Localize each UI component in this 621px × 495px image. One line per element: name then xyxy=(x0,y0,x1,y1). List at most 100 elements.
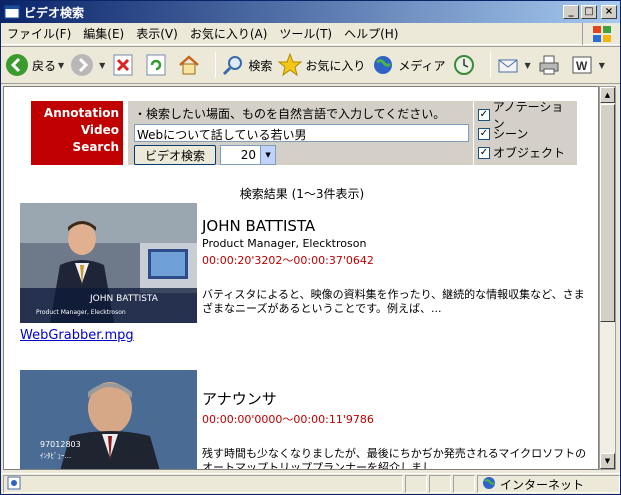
zone-label: インターネット xyxy=(500,477,585,492)
status-cell xyxy=(405,475,427,493)
window-title: ビデオ検索 xyxy=(24,5,85,20)
chevron-down-icon[interactable]: ▼ xyxy=(99,61,105,70)
option-annotation[interactable]: ✓ アノテーション xyxy=(478,100,573,131)
video-search-button[interactable]: ビデオ検索 xyxy=(134,145,217,165)
minimize-button[interactable]: _ xyxy=(563,5,579,19)
result-item: JOHN BATTISTA Product Manager, Elecktros… xyxy=(202,217,592,316)
search-button[interactable]: 検索 xyxy=(221,53,272,77)
refresh-icon xyxy=(144,53,168,77)
chevron-down-icon[interactable]: ▼ xyxy=(260,146,276,164)
browser-window: ビデオ検索 _ □ × ファイル(F) 編集(E) 表示(V) お気に入り(A)… xyxy=(0,0,621,495)
globe-icon xyxy=(482,476,496,493)
mail-button[interactable]: ▼ xyxy=(496,53,531,77)
result-count-select[interactable]: 20 ▼ xyxy=(220,145,277,165)
caption-role: Product Manager, Elecktroson xyxy=(36,309,126,316)
option-scene-label: シーン xyxy=(493,127,529,141)
refresh-button[interactable] xyxy=(144,53,171,77)
ie-icon xyxy=(4,4,20,20)
favorites-button[interactable]: お気に入り xyxy=(278,53,365,77)
media-label: メディア xyxy=(398,58,446,73)
search-icon xyxy=(221,53,245,77)
checkbox-checked-icon[interactable]: ✓ xyxy=(478,127,490,140)
option-object-label: オブジェクト xyxy=(493,146,566,160)
caption-sub: ｲﾝﾀﾋﾞｭｰ... xyxy=(40,452,71,460)
checkbox-checked-icon[interactable]: ✓ xyxy=(478,146,490,159)
logo-line1: Annotation xyxy=(43,106,119,120)
back-button[interactable]: 戻る ▼ xyxy=(5,53,64,77)
chevron-down-icon[interactable]: ▼ xyxy=(599,61,605,70)
stop-icon xyxy=(111,53,135,77)
result-title: JOHN BATTISTA xyxy=(202,217,316,235)
maximize-button[interactable]: □ xyxy=(581,5,597,19)
checkbox-checked-icon[interactable]: ✓ xyxy=(478,108,490,121)
media-globe-icon xyxy=(371,53,395,77)
query-input[interactable]: Webについて話している若い男 xyxy=(134,124,469,142)
toolbar-separator xyxy=(215,52,217,78)
scroll-thumb[interactable] xyxy=(600,104,615,322)
vertical-scrollbar[interactable]: ▲ ▼ xyxy=(599,86,616,470)
menu-edit[interactable]: 編集(E) xyxy=(77,25,130,42)
print-button[interactable] xyxy=(537,53,564,77)
menu-help[interactable]: ヘルプ(H) xyxy=(338,25,404,42)
printer-icon xyxy=(537,53,561,77)
back-label: 戻る xyxy=(32,58,57,73)
svg-text:W: W xyxy=(576,59,588,73)
word-edit-icon: W xyxy=(570,53,594,77)
result-item: アナウンサ 00:00:00'0000〜00:00:11'9786 残す時間も少… xyxy=(202,388,592,470)
logo-line2: Video xyxy=(80,123,119,137)
status-main xyxy=(3,475,403,493)
page-content: Annotation Video Search ・検索したい場面、ものを自然言語… xyxy=(3,86,599,470)
menu-file[interactable]: ファイル(F) xyxy=(1,25,77,42)
chevron-down-icon[interactable]: ▼ xyxy=(58,61,64,70)
result-time: 00:00:00'0000〜00:00:11'9786 xyxy=(202,413,374,426)
favorites-label: お気に入り xyxy=(305,58,366,73)
menu-view[interactable]: 表示(V) xyxy=(130,25,184,42)
edit-button[interactable]: W ▼ xyxy=(570,53,605,77)
caption-name: JOHN BATTISTA xyxy=(89,294,159,304)
caption-code: 97012803 xyxy=(40,440,81,449)
result-count-value: 20 xyxy=(240,148,257,162)
search-label: 検索 xyxy=(248,58,273,73)
windows-logo-icon xyxy=(582,23,620,45)
stop-button[interactable] xyxy=(111,53,138,77)
result-file-link[interactable]: WebGrabber.mpg xyxy=(20,328,134,343)
result-thumbnail[interactable]: 97012803 ｲﾝﾀﾋﾞｭｰ... xyxy=(20,370,197,469)
forward-button[interactable]: ▼ xyxy=(70,53,105,77)
result-time: 00:00:20'3202〜00:00:37'0642 xyxy=(202,254,374,267)
result-subtitle: Product Manager, Elecktroson xyxy=(202,237,367,250)
search-panel: ・検索したい場面、ものを自然言語で入力してください。 Webについて話している若… xyxy=(128,101,473,165)
search-instruction: ・検索したい場面、ものを自然言語で入力してください。 xyxy=(134,107,446,121)
menu-favorites[interactable]: お気に入り(A) xyxy=(184,25,274,42)
toolbar: 戻る ▼ ▼ 検索 お気に入り メディア ▼ W ▼ xyxy=(1,46,620,84)
option-object[interactable]: ✓ オブジェクト xyxy=(478,143,573,162)
forward-arrow-icon xyxy=(70,53,94,77)
mail-icon xyxy=(496,53,520,77)
scroll-down-icon[interactable]: ▼ xyxy=(600,453,615,469)
scroll-up-icon[interactable]: ▲ xyxy=(600,87,615,103)
result-description: 残す時間も少なくなりましたが、最後にちかぢか発売されるマイクロソフトのオートマッ… xyxy=(202,447,587,470)
annotation-video-search-logo: Annotation Video Search xyxy=(31,101,123,165)
menu-bar: ファイル(F) 編集(E) 表示(V) お気に入り(A) ツール(T) ヘルプ(… xyxy=(1,23,620,45)
status-zone: インターネット xyxy=(477,475,620,493)
status-bar: インターネット xyxy=(1,473,620,494)
media-button[interactable]: メディア xyxy=(371,53,446,77)
toolbar-separator xyxy=(489,52,491,78)
history-icon xyxy=(452,53,476,77)
close-button[interactable]: × xyxy=(601,5,617,19)
result-title: アナウンサ xyxy=(202,390,277,408)
status-cell xyxy=(429,475,451,493)
status-cell xyxy=(453,475,475,493)
page-status-icon xyxy=(7,476,21,493)
star-icon xyxy=(278,53,303,77)
home-button[interactable] xyxy=(177,53,204,77)
logo-line3: Search xyxy=(72,140,119,154)
back-arrow-icon xyxy=(5,53,29,77)
history-button[interactable] xyxy=(452,53,479,77)
title-bar: ビデオ検索 _ □ × xyxy=(1,1,620,23)
menu-tools[interactable]: ツール(T) xyxy=(273,25,338,42)
chevron-down-icon[interactable]: ▼ xyxy=(525,61,531,70)
results-summary: 検索結果 (1〜3件表示) xyxy=(239,187,365,201)
search-options: ✓ アノテーション ✓ シーン ✓ オブジェクト xyxy=(474,100,577,165)
result-thumbnail[interactable]: JOHN BATTISTA Product Manager, Elecktros… xyxy=(20,203,197,323)
home-icon xyxy=(177,53,201,77)
